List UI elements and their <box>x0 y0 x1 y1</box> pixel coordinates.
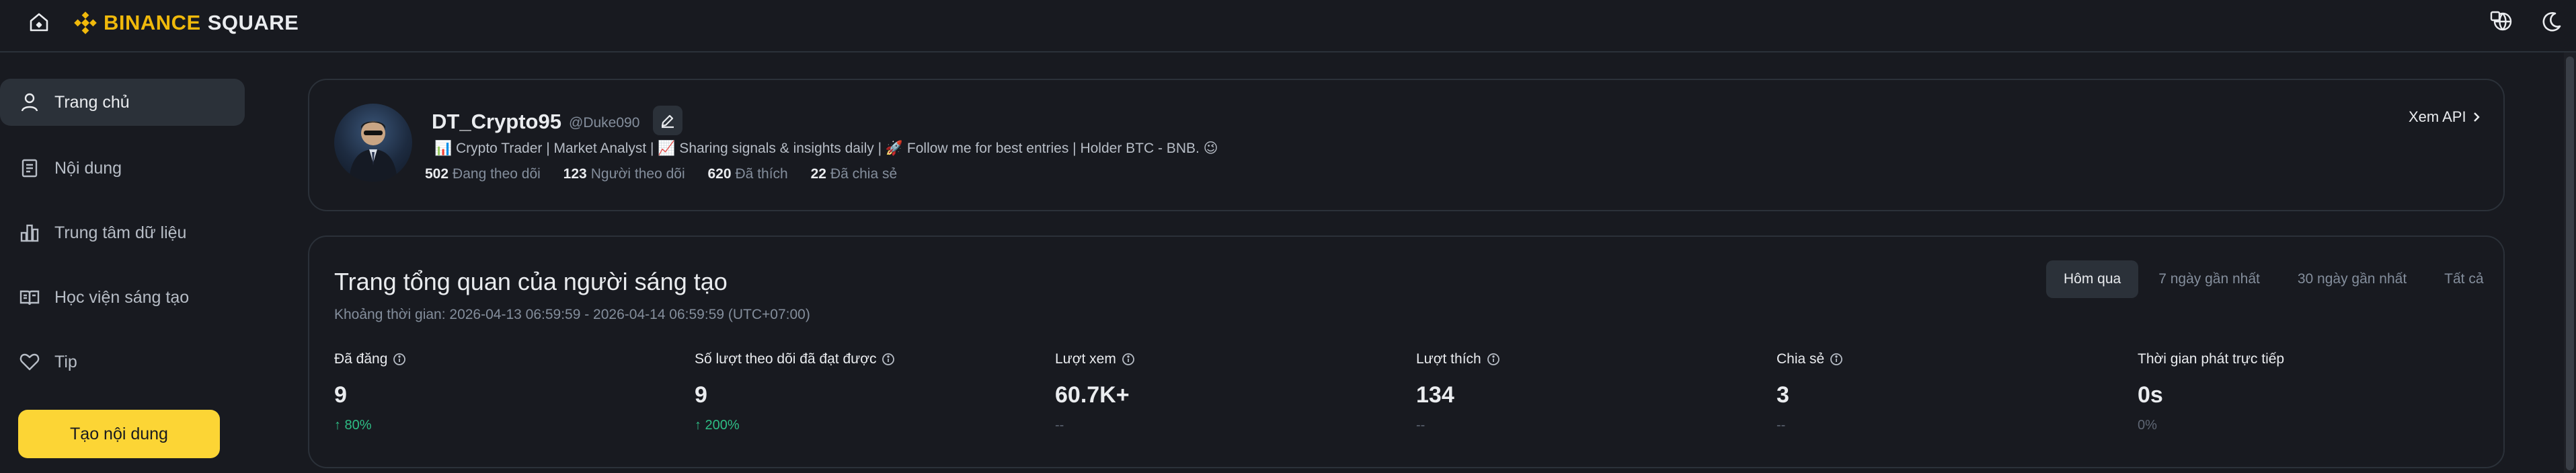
stat-following[interactable]: 502 Đang theo dõi <box>425 166 541 182</box>
sidebar-item-label: Trung tâm dữ liệu <box>54 223 187 242</box>
profile-name: DT_Crypto95 <box>432 110 561 133</box>
info-icon[interactable] <box>882 353 895 366</box>
metric-change: -- <box>1055 418 1064 433</box>
scrollbar-thumb[interactable] <box>2566 57 2574 470</box>
metric-change: -- <box>1777 418 1786 433</box>
metric-value: 134 <box>1416 382 1454 408</box>
metric-posts: Đã đăng 9 ↑ 80% <box>334 351 670 433</box>
creator-overview-card: Trang tổng quan của người sáng tạo Khoản… <box>308 235 2505 468</box>
stat-label: Đã thích <box>735 166 788 182</box>
profile-handle: @Duke090 <box>569 115 640 131</box>
metric-label: Đã đăng <box>334 351 388 367</box>
binance-logo-icon <box>74 11 97 34</box>
sidebar-item-creator-academy[interactable]: Học viện sáng tạo <box>0 274 245 321</box>
profile-stats: 502 Đang theo dõi 123 Người theo dõi 620 Đã… <box>425 166 897 182</box>
sidebar-item-data-center[interactable]: Trung tâm dữ liệu <box>0 209 245 256</box>
top-bar: BINANCE SQUARE <box>0 0 2576 52</box>
binance-square-logo[interactable]: BINANCE SQUARE <box>73 9 299 36</box>
view-api-label: Xem API <box>2409 108 2466 125</box>
profile-bio: 📊 Crypto Trader | Market Analyst | 📈 Sha… <box>434 141 1218 156</box>
metric-label: Lượt thích <box>1416 351 1481 367</box>
info-icon[interactable] <box>1122 353 1135 366</box>
create-content-button[interactable]: Tạo nội dung <box>18 410 220 458</box>
heart-icon <box>19 353 40 371</box>
period-tabs: Hôm qua 7 ngày gần nhất 30 ngày gần nhất… <box>2046 260 2504 298</box>
metric-value: 9 <box>695 382 707 408</box>
metric-change: -- <box>1416 418 1426 433</box>
profile-card: DT_Crypto95 @Duke090 📊 Crypto Trader | M… <box>308 79 2505 211</box>
home-icon[interactable] <box>26 9 52 36</box>
stat-shared: 22 Đã chia sẻ <box>811 166 898 182</box>
stat-followers[interactable]: 123 Người theo dõi <box>563 166 685 182</box>
sidebar-item-content[interactable]: Nội dung <box>0 145 245 192</box>
metric-label: Thời gian phát trực tiếp <box>2138 351 2285 367</box>
tab-all[interactable]: Tất cả <box>2427 260 2501 298</box>
stat-value: 123 <box>563 166 587 182</box>
metric-value: 3 <box>1777 382 1789 408</box>
stat-label: Đã chia sẻ <box>830 166 898 182</box>
stat-label: Đang theo dõi <box>453 166 541 182</box>
metric-value: 9 <box>334 382 347 408</box>
metric-change: ↑ 80% <box>334 418 372 433</box>
metric-change: ↑ 200% <box>695 418 740 433</box>
stat-value: 502 <box>425 166 449 182</box>
chevron-right-icon <box>2473 112 2480 122</box>
metric-live-time: Thời gian phát trực tiếp 0s 0% <box>2138 351 2474 433</box>
tab-yesterday[interactable]: Hôm qua <box>2046 260 2139 298</box>
metric-label: Lượt xem <box>1055 351 1116 367</box>
stat-liked: 620 Đã thích <box>707 166 787 182</box>
info-icon[interactable] <box>1487 353 1500 366</box>
edit-profile-button[interactable] <box>653 106 682 135</box>
tab-last-30-days[interactable]: 30 ngày gần nhất <box>2280 260 2424 298</box>
stat-value: 22 <box>810 166 826 182</box>
avatar[interactable] <box>334 104 412 182</box>
metric-likes: Lượt thích 134 -- <box>1416 351 1752 433</box>
metric-value: 0s <box>2138 382 2163 408</box>
sidebar: Trang chủ Nội dung Trung tâm dữ liệu Học… <box>0 52 269 473</box>
metric-label: Số lượt theo dõi đã đạt được <box>695 351 877 367</box>
metric-value: 60.7K+ <box>1055 382 1130 408</box>
logo-brand-text: BINANCE <box>104 11 201 34</box>
user-icon <box>21 93 38 112</box>
bar-chart-icon <box>20 224 39 242</box>
sidebar-item-home[interactable]: Trang chủ <box>0 79 245 126</box>
info-icon[interactable] <box>1830 353 1843 366</box>
book-icon <box>19 290 40 305</box>
overview-date-range: Khoảng thời gian: 2026-04-13 06:59:59 - … <box>334 307 810 322</box>
sidebar-item-label: Tip <box>54 352 77 371</box>
metric-followers-gained: Số lượt theo dõi đã đạt được 9 ↑ 200% <box>695 351 1031 433</box>
stat-value: 620 <box>707 166 732 182</box>
document-icon <box>22 159 38 178</box>
stat-label: Người theo dõi <box>590 166 685 182</box>
metric-change: 0% <box>2138 418 2157 433</box>
view-api-link[interactable]: Xem API <box>2409 108 2483 126</box>
overview-title: Trang tổng quan của người sáng tạo <box>334 268 728 295</box>
sidebar-item-label: Học viện sáng tạo <box>54 287 190 307</box>
pencil-icon <box>661 114 674 129</box>
info-icon[interactable] <box>393 353 406 366</box>
tab-last-7-days[interactable]: 7 ngày gần nhất <box>2141 260 2277 298</box>
language-globe-icon[interactable] <box>2488 8 2515 35</box>
dark-mode-moon-icon[interactable] <box>2538 8 2565 35</box>
metric-views: Lượt xem 60.7K+ -- <box>1055 351 1391 433</box>
logo-product-text: SQUARE <box>207 11 299 34</box>
metric-shares: Chia sẻ 3 -- <box>1777 351 2113 433</box>
sidebar-item-tip[interactable]: Tip <box>0 338 245 386</box>
sidebar-item-label: Trang chủ <box>54 92 130 112</box>
sidebar-item-label: Nội dung <box>54 158 122 178</box>
metric-label: Chia sẻ <box>1777 351 1825 367</box>
